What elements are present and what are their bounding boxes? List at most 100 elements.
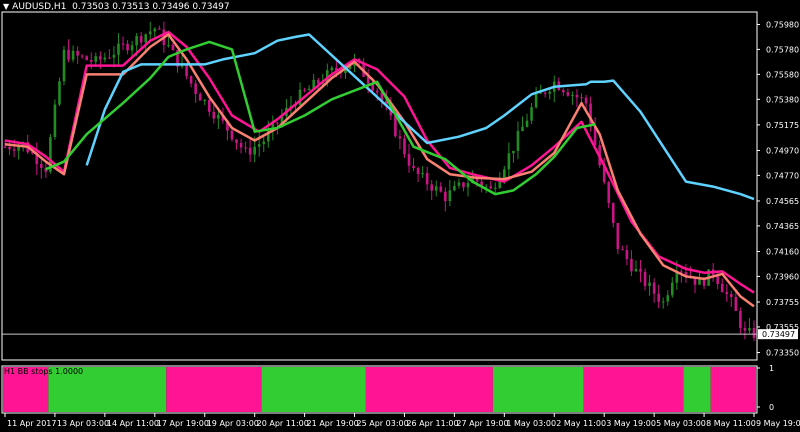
candle-body: [207, 99, 211, 112]
candle-body: [630, 259, 633, 272]
time-tick-label: 17 Apr 19:00: [157, 419, 209, 428]
time-tick-label: 8 May 11:00: [706, 419, 756, 428]
candle-body: [416, 168, 420, 175]
candle-body: [112, 54, 116, 58]
candle-body: [316, 79, 320, 84]
candle-body: [548, 91, 552, 94]
candle-body: [235, 139, 238, 143]
chart-menu-icon[interactable]: ▼: [3, 2, 9, 11]
indicator-tick-label: 0: [769, 403, 774, 412]
candle-body: [525, 120, 529, 127]
candle-body: [407, 154, 411, 166]
candle-body: [108, 57, 111, 59]
candle-body: [430, 184, 434, 191]
time-tick-label: 11 Apr 2017: [7, 419, 56, 428]
candle-body: [248, 147, 252, 155]
bb-stops-segment: [710, 367, 756, 412]
bb-stops-segment: [583, 367, 684, 412]
price-tick-label: 0.75780: [766, 45, 799, 54]
time-tick-label: 2 May 11:00: [556, 419, 606, 428]
candle-body: [530, 107, 533, 121]
candle-body: [425, 173, 429, 185]
candle-body: [198, 93, 202, 101]
candle-body: [439, 186, 443, 192]
price-tick-label: 0.74565: [766, 197, 799, 206]
candle-body: [657, 293, 660, 302]
candle-body: [53, 104, 57, 138]
candle-body: [262, 141, 266, 145]
time-tick-label: 27 Apr 19:00: [456, 419, 508, 428]
bb-stops-segment: [683, 367, 711, 412]
candle-body: [493, 187, 497, 189]
candle-body: [584, 97, 588, 104]
candle-body: [203, 99, 207, 101]
ohlc-readout: 0.73503 0.73513 0.73496 0.73497: [72, 2, 230, 12]
candle-body: [167, 44, 170, 46]
candle-body: [625, 249, 629, 260]
candle-body: [512, 150, 515, 154]
time-tick-label: 13 Apr 03:00: [57, 419, 109, 428]
candle-body: [748, 327, 751, 331]
candle-body: [375, 90, 379, 93]
time-tick-label: 26 Apr 11:00: [406, 419, 458, 428]
candle-body: [62, 49, 66, 82]
candle-body: [189, 76, 193, 84]
candle-body: [507, 153, 511, 170]
candle-body: [103, 57, 107, 60]
current-price-label: 0.73497: [762, 330, 795, 339]
candle-body: [217, 114, 220, 119]
candle-body: [634, 268, 638, 272]
candle-body: [466, 182, 470, 188]
time-tick-label: 25 Apr 03:00: [357, 419, 409, 428]
candle-body: [239, 142, 243, 148]
candle-body: [153, 28, 157, 32]
main-pane-border: [1, 11, 758, 361]
candle-body: [516, 131, 520, 151]
candle-body: [117, 43, 120, 55]
symbol-label: AUDUSD,H1: [12, 2, 67, 12]
candle-body: [244, 147, 247, 149]
candle-body: [734, 297, 738, 311]
indicator-tick-label: 1: [769, 364, 774, 373]
candle-body: [434, 186, 438, 191]
time-tick-label: 14 Apr 11:00: [107, 419, 159, 428]
time-tick-label: 20 Apr 11:00: [257, 419, 309, 428]
candle-body: [303, 89, 306, 91]
price-tick-label: 0.74770: [766, 171, 799, 180]
time-tick-label: 3 May 19:00: [606, 419, 656, 428]
candle-body: [725, 292, 729, 295]
price-tick-label: 0.73960: [766, 272, 799, 281]
price-tick-label: 0.75980: [766, 20, 799, 29]
price-tick-label: 0.73350: [766, 349, 799, 358]
chart-header: ▼ AUDUSD,H1 0.73503 0.73513 0.73496 0.734…: [3, 2, 230, 12]
time-tick-label: 9 May 19:00: [756, 419, 800, 428]
candle-body: [698, 279, 701, 285]
candle-body: [680, 271, 683, 273]
candle-body: [71, 50, 75, 60]
candle-body: [126, 43, 129, 51]
band-line-1: [4, 33, 755, 308]
candle-body: [171, 44, 175, 51]
band-line-0: [4, 30, 755, 294]
time-axis: 11 Apr 2017 13 Apr 03:0014 Apr 11:0017 Ap…: [4, 413, 800, 428]
candle-body: [99, 56, 102, 60]
candle-body: [444, 191, 447, 202]
candle-body: [230, 130, 234, 140]
candle-body: [739, 310, 742, 329]
price-chart: 0.75980 0.75780 0.75580 0.75380 0.75175 0.749…: [1, 11, 800, 428]
candle-body: [58, 81, 61, 105]
candle-body: [130, 45, 134, 51]
candle-body: [616, 223, 620, 250]
candle-body: [730, 294, 733, 298]
candle-body: [403, 138, 406, 155]
candle-body: [398, 136, 402, 139]
candle-body: [743, 328, 747, 331]
candle-body: [643, 271, 647, 287]
price-tick-label: 0.75175: [766, 121, 799, 130]
candle-body: [276, 122, 279, 124]
candle-body: [185, 64, 188, 77]
candle-body: [534, 93, 538, 108]
candle-body: [135, 36, 138, 46]
candle-body: [575, 94, 579, 98]
candle-body: [253, 146, 256, 155]
